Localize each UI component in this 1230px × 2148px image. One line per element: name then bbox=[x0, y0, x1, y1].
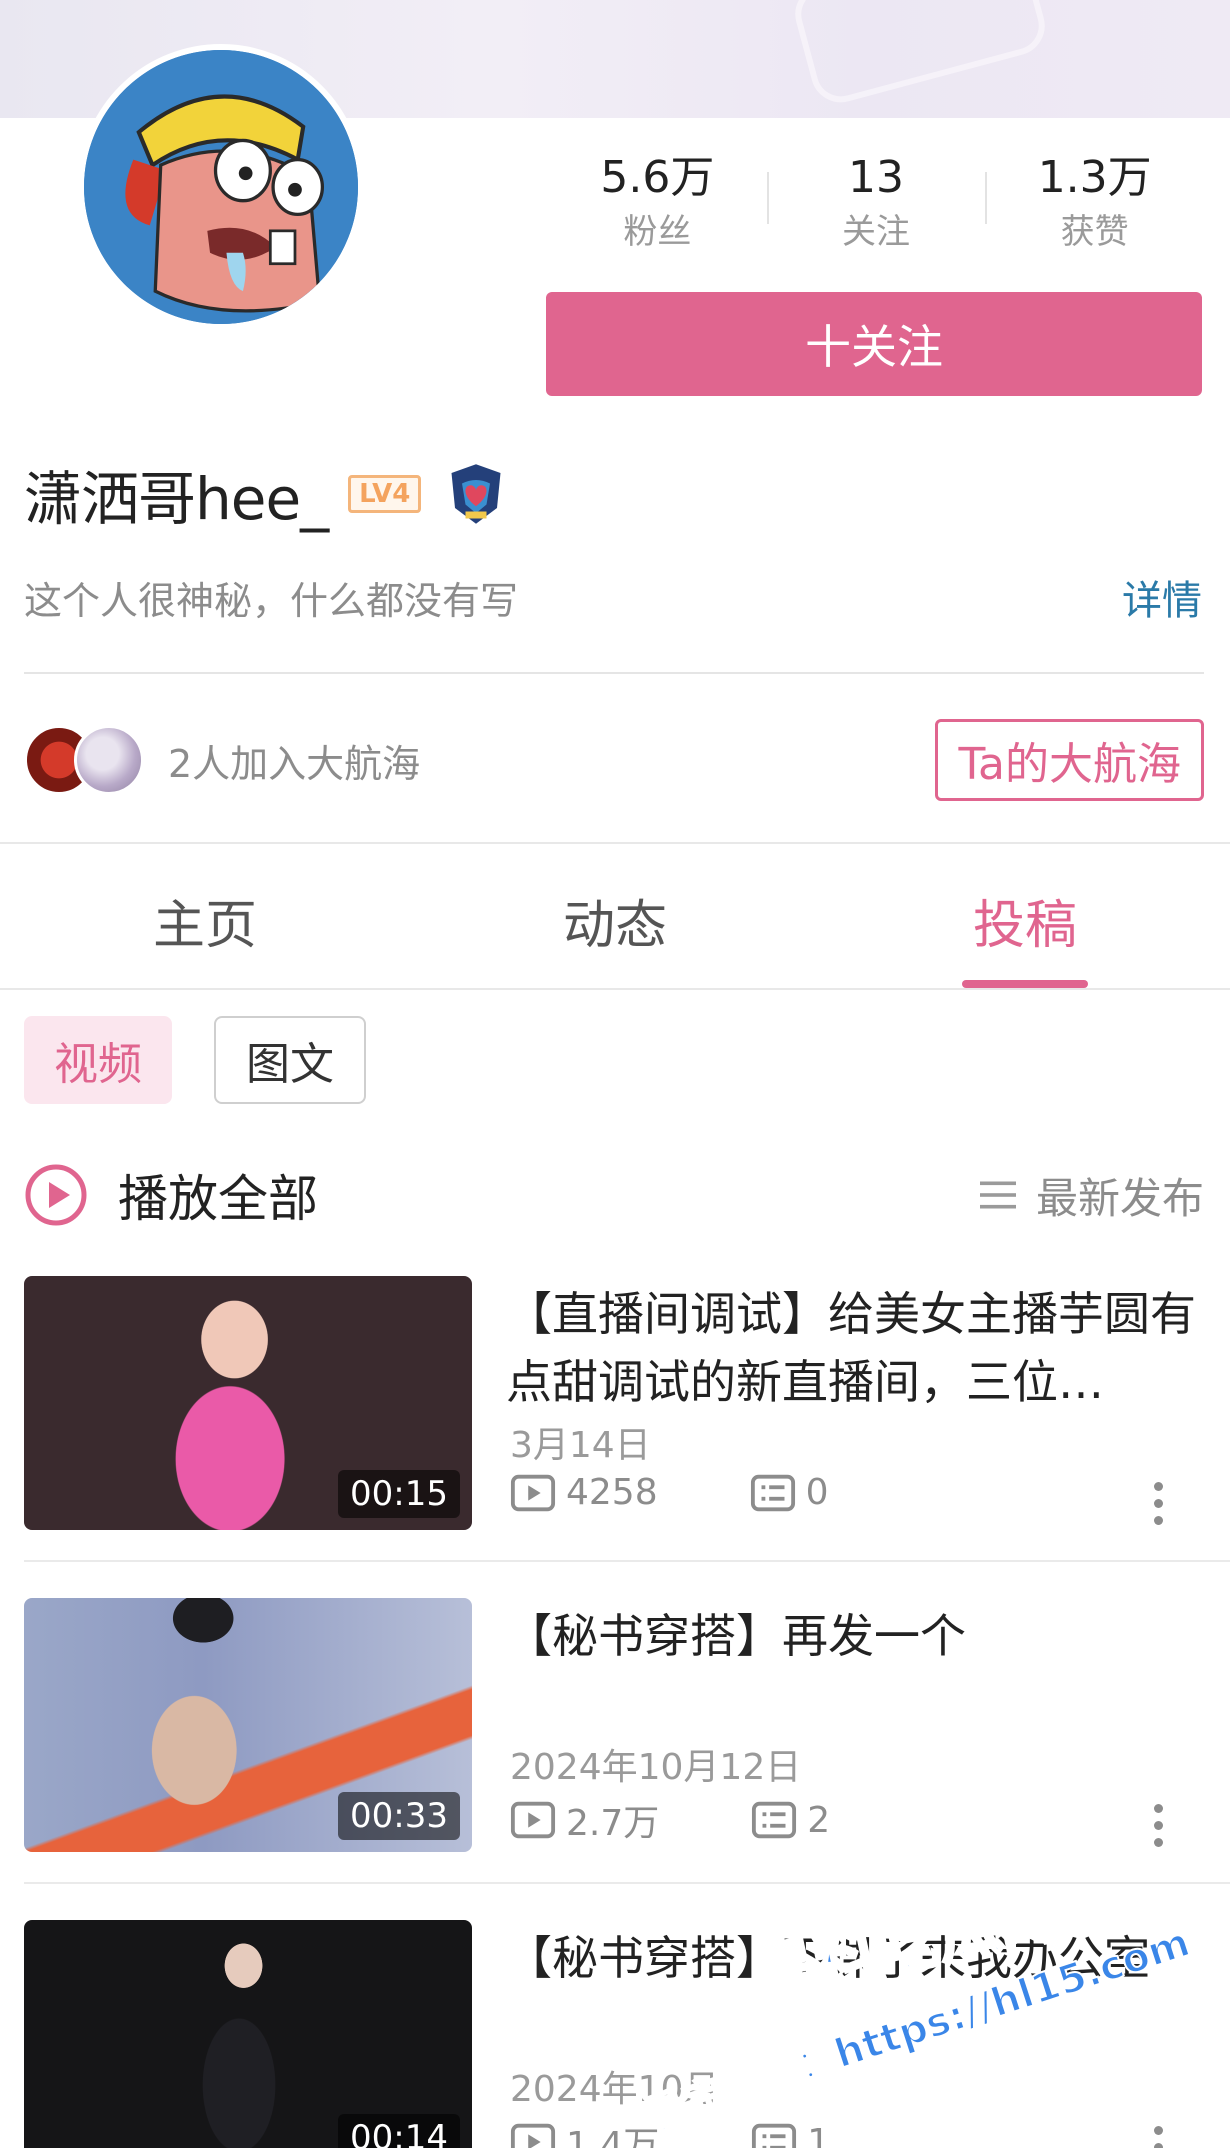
tab-dynamics[interactable]: 动态 bbox=[410, 850, 820, 990]
avatar[interactable] bbox=[78, 44, 364, 330]
views-icon bbox=[510, 1801, 556, 1839]
tab-home[interactable]: 主页 bbox=[0, 850, 410, 990]
content-filter: 视频 图文 bbox=[24, 1016, 366, 1104]
username: 潇洒哥hee_ bbox=[24, 465, 329, 533]
fleet-member-avatar[interactable] bbox=[74, 725, 144, 795]
video-item[interactable]: 00:15 【直播间调试】给美女主播芋圆有点甜调试的新直播间，三位… 3月14日… bbox=[24, 1276, 1204, 1530]
more-options-icon[interactable] bbox=[1152, 1804, 1164, 1855]
view-count: 2.7万 bbox=[566, 1803, 660, 1844]
name-row: 潇洒哥hee_ LV4 bbox=[24, 454, 511, 534]
divider bbox=[0, 842, 1230, 844]
comment-count: 1 bbox=[807, 2121, 831, 2148]
video-thumbnail[interactable]: 00:14 bbox=[24, 1920, 472, 2148]
video-item[interactable]: 00:33 【秘书穿搭】再发一个 2024年10月12日 2.7万 2 bbox=[24, 1598, 1204, 1852]
video-duration: 00:15 bbox=[338, 1470, 460, 1518]
fleet-button[interactable]: Ta的大航海 bbox=[935, 719, 1204, 801]
play-circle-icon[interactable] bbox=[24, 1163, 88, 1227]
comments-icon bbox=[752, 1801, 797, 1839]
views-icon bbox=[510, 2123, 556, 2148]
more-options-icon[interactable] bbox=[1152, 2126, 1164, 2148]
filter-video[interactable]: 视频 bbox=[24, 1016, 172, 1104]
stat-fans[interactable]: 5.6万 粉丝 bbox=[548, 150, 767, 260]
bio-text: 这个人很神秘，什么都没有写 bbox=[24, 579, 519, 623]
view-count: 4258 bbox=[566, 1472, 658, 1513]
video-date: 2024年10月12日 bbox=[510, 1747, 802, 1788]
video-title[interactable]: 【秘书穿搭】再发一个 bbox=[506, 1602, 1206, 1670]
video-title[interactable]: 【直播间调试】给美女主播芋圆有点甜调试的新直播间，三位… bbox=[506, 1280, 1206, 1416]
fleet-count-text: 2人加入大航海 bbox=[168, 741, 421, 786]
filter-image-text[interactable]: 图文 bbox=[214, 1016, 366, 1104]
comment-count: 0 bbox=[805, 1472, 829, 1513]
stat-following[interactable]: 13 关注 bbox=[766, 150, 986, 260]
comment-count: 2 bbox=[807, 1799, 831, 1841]
video-thumbnail[interactable]: 00:33 bbox=[24, 1598, 472, 1852]
view-count: 1.4万 bbox=[566, 2125, 660, 2148]
medal-icon[interactable] bbox=[441, 459, 511, 529]
video-title[interactable]: 【秘书穿搭】下课了来我办公室 bbox=[506, 1924, 1206, 1992]
detail-link[interactable]: 详情 bbox=[1122, 568, 1202, 626]
sort-label: 最新发布 bbox=[1035, 1173, 1204, 1223]
video-item[interactable]: 00:14 【秘书穿搭】下课了来我办公室 2024年10月 1.4万 1 bbox=[24, 1920, 1204, 2148]
avatar-cartoon-image bbox=[84, 50, 358, 324]
video-stats: 2.7万 2 bbox=[510, 1794, 830, 1846]
more-options-icon[interactable] bbox=[1152, 1482, 1164, 1533]
video-stats: 1.4万 1 bbox=[510, 2116, 830, 2148]
stat-likes[interactable]: 1.3万 获赞 bbox=[985, 150, 1204, 260]
list-icon bbox=[979, 1181, 1016, 1209]
banner-decoration bbox=[788, 0, 1052, 110]
views-icon bbox=[510, 1474, 556, 1511]
profile-stats: 5.6万 粉丝 13 关注 1.3万 获赞 bbox=[548, 150, 1204, 260]
follow-button[interactable]: 十关注 bbox=[546, 292, 1202, 396]
video-thumbnail[interactable]: 00:15 bbox=[24, 1276, 472, 1530]
fleet-row: 2人加入大航海 Ta的大航海 bbox=[24, 716, 1204, 804]
video-date: 3月14日 bbox=[510, 1425, 651, 1466]
video-duration: 00:14 bbox=[338, 2114, 460, 2148]
profile-tabs: 主页 动态 投稿 bbox=[0, 850, 1230, 990]
stat-label: 粉丝 bbox=[623, 212, 692, 252]
divider bbox=[24, 1560, 1230, 1562]
video-stats: 4258 0 bbox=[510, 1472, 829, 1513]
sort-button[interactable]: 最新发布 bbox=[979, 1165, 1204, 1226]
stat-value: 13 bbox=[848, 152, 904, 203]
level-badge: LV4 bbox=[348, 475, 422, 513]
video-date: 2024年10月 bbox=[510, 2069, 720, 2110]
tab-submissions[interactable]: 投稿 bbox=[820, 850, 1230, 990]
play-all-row: 播放全部 最新发布 bbox=[24, 1160, 1204, 1230]
stat-value: 1.3万 bbox=[1037, 152, 1152, 203]
divider bbox=[24, 672, 1204, 674]
comments-icon bbox=[752, 2123, 797, 2148]
divider bbox=[24, 1882, 1230, 1884]
comments-icon bbox=[750, 1474, 795, 1511]
divider bbox=[0, 988, 1230, 990]
stat-label: 获赞 bbox=[1060, 212, 1129, 252]
stat-value: 5.6万 bbox=[600, 152, 715, 203]
play-all-button[interactable]: 播放全部 bbox=[118, 1159, 318, 1231]
video-duration: 00:33 bbox=[338, 1792, 460, 1840]
stat-label: 关注 bbox=[842, 212, 910, 252]
